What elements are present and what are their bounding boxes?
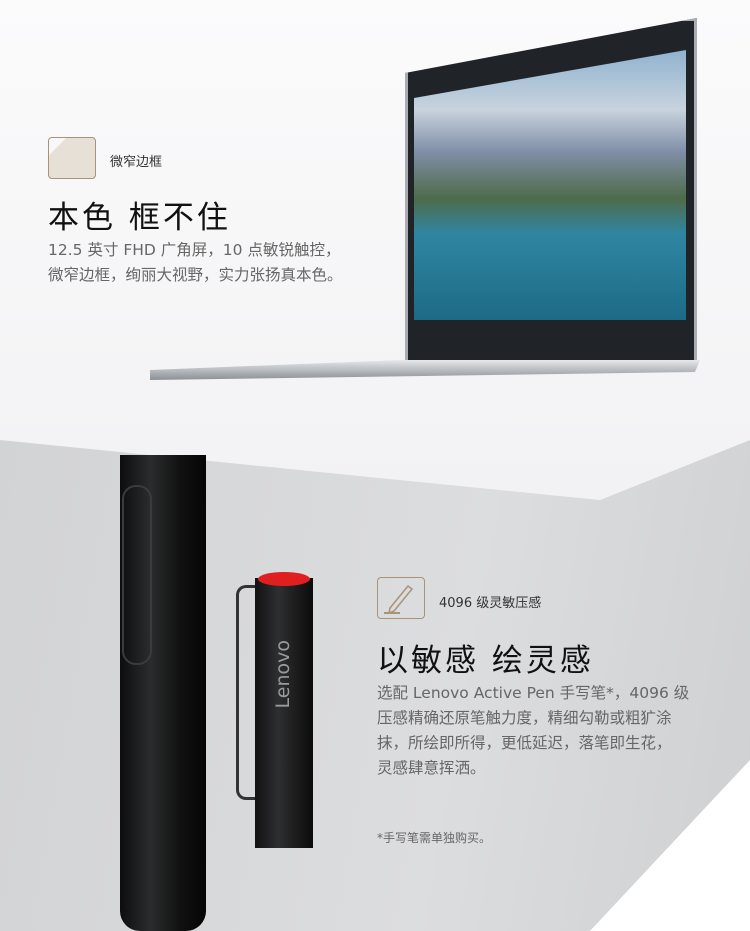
section-heading: 本色 框不住 xyxy=(48,200,231,236)
section-body: 选配 Lenovo Active Pen 手写笔*，4096 级 压感精确还原笔… xyxy=(377,681,689,781)
body-line: 抹，所绘即所得，更低延迟，落笔即生花， xyxy=(377,734,672,752)
footnote: *手写笔需单独购买。 xyxy=(377,831,492,845)
body-line: 灵感肆意挥洒。 xyxy=(377,759,486,777)
body-line: 12.5 英寸 FHD 广角屏，10 点敏锐触控， xyxy=(48,241,341,259)
body-line: 微窄边框，绚丽大视野，实力张扬真本色。 xyxy=(48,266,343,284)
pen-cap xyxy=(255,578,313,848)
feature-label: 微窄边框 xyxy=(110,155,163,170)
body-line: 压感精确还原笔触力度，精细勾勒或粗犷涂 xyxy=(377,709,672,727)
body-line: 选配 Lenovo Active Pen 手写笔*，4096 级 xyxy=(377,684,690,702)
section-heading: 以敏感 绘灵感 xyxy=(377,643,594,679)
section-body: 12.5 英寸 FHD 广角屏，10 点敏锐触控， 微窄边框，绚丽大视野，实力张… xyxy=(48,238,343,288)
pen-cap-red-top xyxy=(258,572,310,586)
pen-side-button xyxy=(122,485,152,665)
pen-brand-logo: Lenovo xyxy=(272,640,294,709)
pen-icon xyxy=(377,577,425,619)
narrow-bezel-icon xyxy=(48,137,96,179)
feature-label: 4096 级灵敏压感 xyxy=(439,596,542,611)
